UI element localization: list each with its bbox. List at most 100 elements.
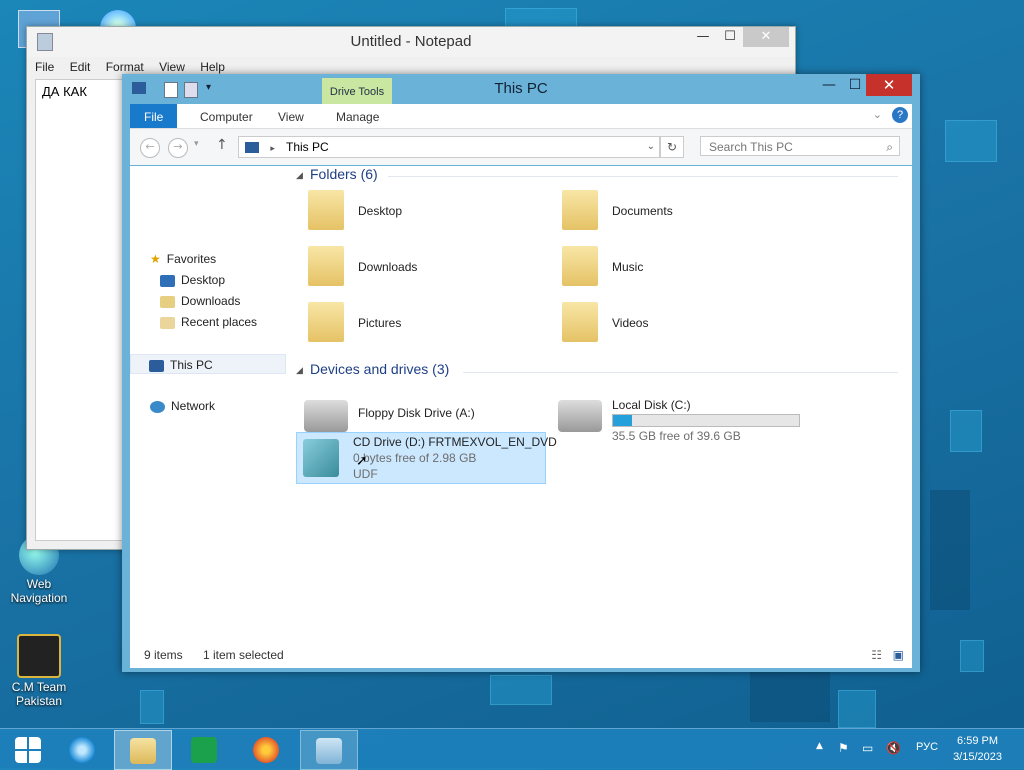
folder-videos[interactable]: Videos — [556, 298, 796, 348]
explorer-close-button[interactable]: ✕ — [866, 74, 912, 96]
desktop-icon-cm-team[interactable]: C.M Team Pakistan — [4, 634, 74, 708]
menu-help[interactable]: Help — [200, 60, 225, 74]
explorer-titlebar[interactable]: ▾ Drive Tools This PC — ☐ ✕ — [122, 74, 920, 104]
tab-computer[interactable]: Computer — [200, 104, 253, 128]
explorer-maximize-button[interactable]: ☐ — [842, 74, 868, 96]
folder-downloads[interactable]: Downloads — [302, 242, 542, 292]
drive-cd-d[interactable]: CD Drive (D:) FRTMEXVOL_EN_DVD 0 bytes f… — [296, 432, 557, 484]
desktop-icon-label: C.M Team Pakistan — [11, 680, 67, 708]
refresh-button[interactable]: ↻ — [660, 136, 684, 158]
start-button[interactable] — [0, 730, 56, 768]
taskbar-notepad[interactable] — [300, 730, 358, 770]
up-button[interactable]: ↑ — [216, 137, 228, 153]
nav-recent-places[interactable]: Recent places — [160, 312, 257, 332]
floppy-drive-icon — [304, 400, 348, 432]
notepad-title: Untitled - Notepad — [27, 27, 795, 57]
notepad-maximize-button[interactable]: ☐ — [717, 27, 743, 47]
this-pc-icon — [245, 142, 259, 154]
tab-manage[interactable]: Manage — [336, 104, 379, 128]
tile-label: Music — [612, 260, 644, 274]
volume-muted-icon[interactable]: 🔇 — [886, 741, 901, 755]
tile-label: Documents — [612, 204, 673, 218]
network-icon — [150, 400, 165, 413]
back-button[interactable]: ← — [140, 138, 160, 158]
ie-icon — [69, 737, 95, 763]
local-disk-icon — [558, 400, 602, 432]
taskbar-explorer[interactable] — [114, 730, 172, 770]
help-icon[interactable]: ? — [892, 107, 908, 123]
cm-team-icon — [17, 634, 61, 678]
menu-edit[interactable]: Edit — [70, 60, 91, 74]
filesystem-text: UDF — [353, 467, 378, 481]
recent-locations-icon[interactable]: ▾ — [194, 139, 199, 149]
nav-downloads[interactable]: Downloads — [160, 291, 240, 311]
desktop-tile — [945, 120, 997, 162]
forward-button[interactable]: → — [168, 138, 188, 158]
clock-time: 6:59 PM — [957, 735, 999, 747]
large-icons-view-icon[interactable]: ▣ — [893, 648, 904, 662]
nav-network[interactable]: Network — [150, 396, 215, 416]
collapse-devices-icon[interactable]: ◢ — [296, 365, 303, 376]
status-selected-count: 1 item selected — [203, 648, 284, 662]
nav-this-pc[interactable]: This PC — [130, 354, 286, 374]
taskbar-firefox[interactable] — [238, 730, 294, 768]
folders-group-header[interactable]: Folders (6) — [310, 166, 378, 182]
details-view-icon[interactable]: ☷ — [871, 648, 882, 662]
taskbar-ie[interactable] — [54, 730, 110, 768]
tile-label: Desktop — [358, 204, 403, 218]
tile-label: Downloads — [358, 260, 418, 274]
mouse-cursor-icon: ➚ — [356, 452, 368, 468]
taskbar-store[interactable] — [176, 730, 232, 768]
folder-music[interactable]: Music — [556, 242, 796, 292]
status-item-count: 9 items — [144, 648, 183, 662]
show-hidden-icons-icon[interactable]: ▲ — [816, 741, 823, 751]
content-pane: ◢ Folders (6) Desktop Documents Download… — [288, 166, 912, 642]
search-placeholder: Search This PC — [709, 140, 793, 154]
input-language[interactable]: РУС — [916, 741, 938, 753]
search-icon: ⌕ — [886, 140, 893, 154]
ribbon-expand-icon[interactable]: ⌄ — [873, 108, 882, 121]
notepad-minimize-button[interactable]: — — [691, 27, 715, 47]
notepad-icon — [316, 738, 342, 764]
address-field[interactable]: ▸ This PC ⌄ — [238, 136, 660, 158]
menu-format[interactable]: Format — [106, 60, 144, 74]
address-dropdown-icon[interactable]: ⌄ — [647, 137, 655, 157]
group-divider — [388, 176, 898, 177]
cd-drive-icon — [303, 439, 339, 477]
devices-group-header[interactable]: Devices and drives (3) — [310, 361, 449, 377]
tab-file[interactable]: File — [130, 104, 178, 128]
notepad-close-button[interactable]: ✕ — [743, 27, 789, 47]
folder-pictures[interactable]: Pictures — [302, 298, 542, 348]
menu-view[interactable]: View — [159, 60, 185, 74]
action-center-icon[interactable]: ⚑ — [838, 741, 849, 755]
folder-documents[interactable]: Documents — [556, 186, 796, 236]
tile-label: CD Drive (D:) FRTMEXVOL_EN_DVD — [353, 435, 557, 449]
tile-label: Floppy Disk Drive (A:) — [358, 406, 475, 420]
firefox-icon — [253, 737, 279, 763]
nav-label: Downloads — [181, 294, 241, 308]
downloads-folder-icon — [160, 295, 175, 308]
explorer-window[interactable]: ▾ Drive Tools This PC — ☐ ✕ File Compute… — [122, 74, 920, 672]
drive-local-c[interactable]: Local Disk (C:) 35.5 GB free of 39.6 GB — [556, 392, 836, 443]
nav-desktop[interactable]: Desktop — [160, 270, 225, 290]
collapse-folders-icon[interactable]: ◢ — [296, 170, 303, 181]
this-pc-icon — [149, 359, 164, 372]
breadcrumb-chevron-icon[interactable]: ▸ — [270, 143, 275, 153]
search-input[interactable]: Search This PC ⌕ — [700, 136, 900, 156]
taskbar: ▲ ⚑ ▭ 🔇 РУС 6:59 PM 3/15/2023 — [0, 728, 1024, 770]
clock[interactable]: 6:59 PM 3/15/2023 — [953, 733, 1002, 765]
nav-label: Desktop — [181, 273, 226, 287]
desktop-tile — [950, 410, 982, 452]
downloads-folder-icon — [308, 246, 344, 286]
explorer-minimize-button[interactable]: — — [816, 74, 842, 96]
folder-desktop[interactable]: Desktop — [302, 186, 542, 236]
tab-view[interactable]: View — [278, 104, 304, 128]
nav-label: Recent places — [181, 315, 258, 329]
nav-favorites[interactable]: ★ Favorites — [150, 249, 216, 269]
navigation-pane: ★ Favorites Desktop Downloads Recent plac… — [130, 166, 289, 642]
menu-file[interactable]: File — [35, 60, 54, 74]
desktop-tile — [140, 690, 164, 724]
desktop-folder-icon — [160, 274, 175, 287]
network-tray-icon[interactable]: ▭ — [862, 741, 873, 755]
address-bar-area: ← → ▾ ↑ ▸ This PC ⌄ ↻ Search This PC ⌕ — [130, 129, 912, 165]
